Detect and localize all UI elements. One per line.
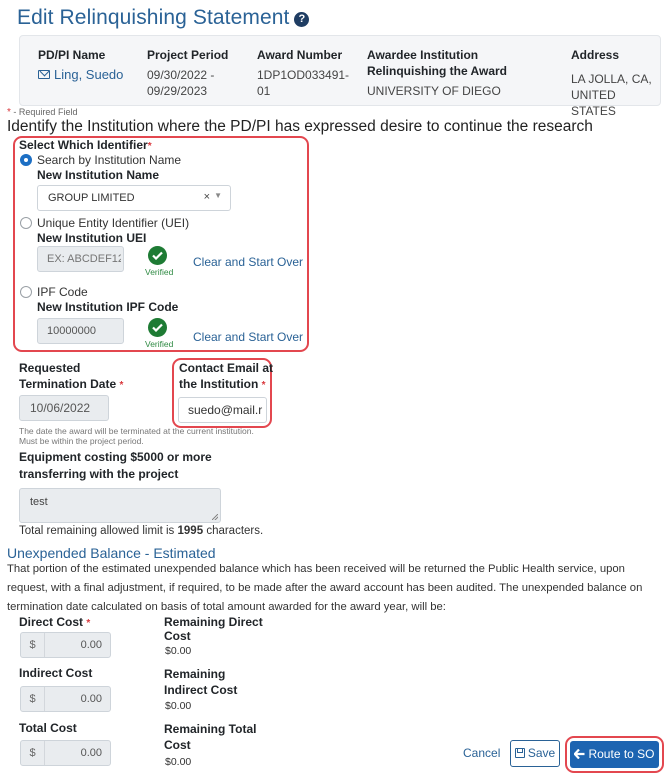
- direct-cost-amount: 0.00: [80, 639, 102, 651]
- required-asterisk: *: [119, 380, 124, 391]
- total-cost-label: Total Cost: [19, 721, 77, 735]
- project-period-column: Project Period 09/30/2022 - 09/29/2023: [147, 47, 228, 99]
- radio-button[interactable]: [20, 286, 32, 298]
- award-number-column: Award Number 1DP1OD033491- 01: [257, 47, 349, 99]
- remaining-direct-cost-label: Remaining Direct Cost: [164, 615, 263, 643]
- address-label: Address: [571, 48, 620, 62]
- unexpended-balance-title: Unexpended Balance - Estimated: [7, 545, 216, 561]
- remaining-indirect-cost-label: Remaining Indirect Cost: [164, 667, 238, 697]
- termination-date-hint: The date the award will be terminated at…: [19, 426, 254, 446]
- address-column: Address LA JOLLA, CA, UNITED STATES: [571, 47, 660, 119]
- required-asterisk: *: [147, 141, 152, 152]
- select-identifier-label: Select Which Identifier*: [19, 138, 152, 152]
- ipf-clear-start-over-link[interactable]: Clear and Start Over: [193, 330, 303, 344]
- chevron-down-icon[interactable]: ▼: [214, 191, 222, 200]
- ipf-verified-status: Verified: [145, 339, 174, 349]
- new-institution-name-label: New Institution Name: [37, 168, 160, 182]
- indirect-cost-amount: 0.00: [80, 693, 102, 705]
- route-to-so-button[interactable]: Route to SO: [570, 741, 659, 768]
- uei-clear-start-over-link[interactable]: Clear and Start Over: [193, 255, 303, 269]
- indirect-cost-label: Indirect Cost: [19, 666, 93, 680]
- envelope-icon: [38, 70, 50, 79]
- indirect-cost-input[interactable]: $ 0.00: [20, 686, 111, 712]
- ipf-code-input[interactable]: 10000000: [37, 318, 124, 344]
- award-number-line1: 1DP1OD033491-: [257, 68, 350, 82]
- remaining-indirect-cost-value: $0.00: [165, 700, 192, 712]
- institution-column: Awardee Institution Relinquishing the Aw…: [367, 47, 507, 99]
- termination-date-input[interactable]: 10/06/2022: [19, 395, 109, 421]
- remaining-total-cost-value: $0.00: [165, 756, 192, 768]
- cancel-button[interactable]: Cancel: [463, 746, 500, 760]
- new-institution-uei-label: New Institution UEI: [37, 231, 147, 245]
- institution-label-line1: Awardee Institution: [367, 48, 479, 62]
- pi-name-column: PD/PI Name Ling, Suedo: [38, 47, 123, 83]
- award-number-line2: 01: [257, 84, 271, 98]
- page-title: Edit Relinquishing Statement?: [17, 6, 310, 30]
- total-cost-input[interactable]: $ 0.00: [20, 740, 111, 766]
- pi-name-label: PD/PI Name: [38, 48, 106, 62]
- currency-prefix: $: [21, 633, 45, 657]
- save-button[interactable]: Save: [510, 740, 560, 767]
- contact-email-label: Contact Email at the Institution *: [179, 361, 274, 391]
- char-limit-count: 1995: [177, 525, 204, 537]
- project-period-start: 09/30/2022 -: [147, 68, 215, 82]
- required-asterisk: *: [7, 107, 11, 118]
- radio-institution-name[interactable]: Search by Institution Name: [20, 153, 181, 167]
- selected-institution: GROUP LIMITED: [48, 192, 135, 204]
- uei-verified-status: Verified: [145, 267, 174, 277]
- resize-handle-icon[interactable]: [212, 514, 218, 520]
- project-period-end: 09/29/2023: [147, 84, 208, 98]
- currency-prefix: $: [21, 687, 45, 711]
- award-info-card: PD/PI Name Ling, Suedo Project Period 09…: [19, 35, 661, 118]
- verified-check-icon: [148, 318, 167, 337]
- required-asterisk: *: [261, 380, 266, 391]
- address-line1: LA JOLLA, CA,: [571, 72, 652, 86]
- identify-heading: Identify the Institution where the PD/PI…: [7, 118, 593, 135]
- total-cost-amount: 0.00: [80, 747, 102, 759]
- verified-check-icon: [148, 246, 167, 265]
- radio-button[interactable]: [20, 217, 32, 229]
- direct-cost-label: Direct Cost *: [19, 615, 91, 629]
- radio-ipf-code[interactable]: IPF Code: [20, 285, 88, 299]
- institution-label-line2: Relinquishing the Award: [367, 64, 508, 78]
- direct-cost-input[interactable]: $ 0.00: [20, 632, 111, 658]
- address-line2: UNITED STATES: [571, 88, 616, 118]
- equipment-label: Equipment costing $5000 or more transfer…: [19, 450, 212, 481]
- award-number-label: Award Number: [257, 48, 343, 62]
- project-period-label: Project Period: [147, 48, 229, 62]
- unexpended-description: That portion of the estimated unexpended…: [7, 563, 643, 613]
- required-asterisk: *: [86, 618, 91, 629]
- institution-name-select[interactable]: GROUP LIMITED × ▼: [37, 185, 231, 211]
- clear-icon[interactable]: ×: [204, 191, 210, 203]
- radio-uei[interactable]: Unique Entity Identifier (UEI): [20, 216, 189, 230]
- remaining-direct-cost-value: $0.00: [165, 645, 192, 657]
- radio-button-checked[interactable]: [20, 154, 32, 166]
- char-limit-text: Total remaining allowed limit is 1995 ch…: [19, 525, 264, 537]
- required-field-note: * - Required Field: [7, 107, 78, 118]
- floppy-disk-icon: [514, 748, 525, 758]
- uei-input[interactable]: [37, 246, 124, 272]
- remaining-total-cost-label: Remaining Total Cost: [164, 722, 257, 752]
- question-circle-icon[interactable]: ?: [294, 12, 310, 27]
- pi-name-link[interactable]: Ling, Suedo: [38, 67, 123, 83]
- arrow-left-icon: [573, 748, 585, 760]
- currency-prefix: $: [21, 741, 45, 765]
- termination-date-label: Requested Termination Date *: [19, 361, 124, 391]
- institution-value: UNIVERSITY OF DIEGO: [367, 84, 501, 98]
- contact-email-input[interactable]: suedo@mail.r: [178, 397, 267, 423]
- new-institution-ipf-label: New Institution IPF Code: [37, 300, 179, 314]
- equipment-textarea[interactable]: test: [19, 488, 221, 523]
